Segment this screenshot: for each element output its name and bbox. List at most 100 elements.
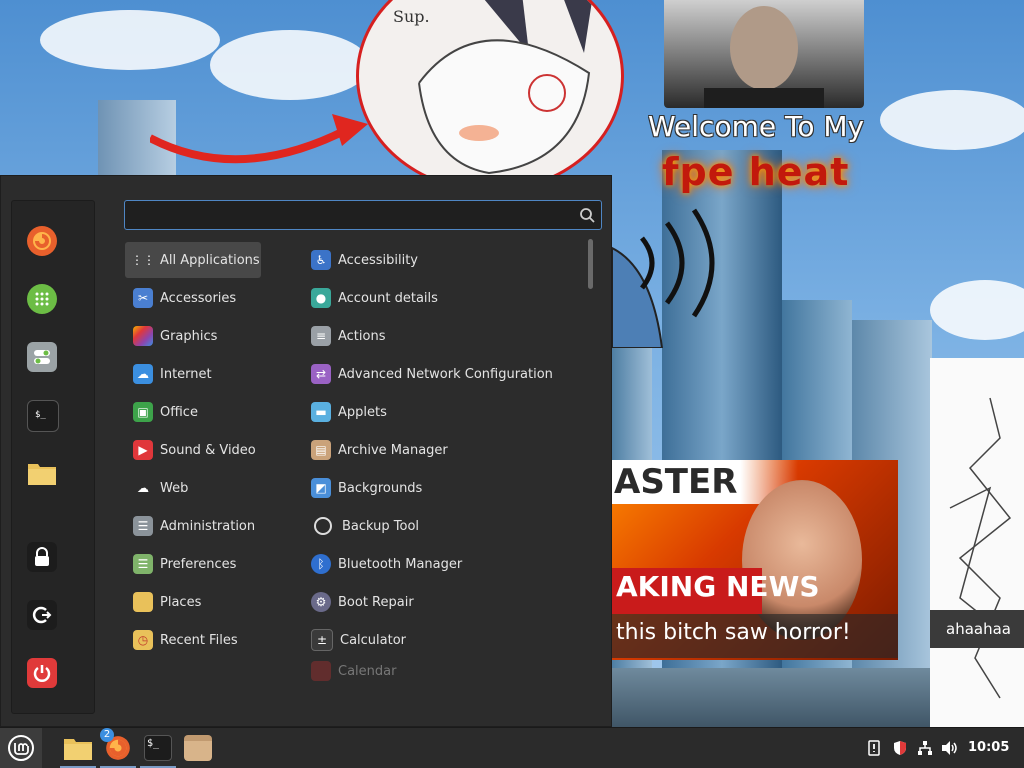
app-archive-manager[interactable]: ▤ Archive Manager — [303, 432, 579, 468]
palette-icon — [133, 326, 153, 346]
category-label: Accessories — [160, 290, 237, 306]
app-calculator[interactable]: ± Calculator — [303, 622, 579, 658]
portrait-photo — [664, 0, 864, 108]
app-label: Backgrounds — [338, 480, 423, 496]
sketch-caption: Sup. — [393, 7, 430, 26]
lock-icon — [35, 547, 49, 566]
volume-icon — [942, 741, 957, 755]
category-label: Office — [160, 404, 198, 420]
category-graphics[interactable]: Graphics — [125, 318, 261, 354]
user-icon: ● — [311, 288, 331, 308]
play-icon: ▶ — [133, 440, 153, 460]
category-administration[interactable]: ☰ Administration — [125, 508, 261, 544]
category-label: Places — [160, 594, 202, 610]
terminal-icon: $_ — [35, 410, 46, 420]
app-accessibility[interactable]: ♿ Accessibility — [303, 242, 579, 278]
tray-network[interactable] — [915, 738, 935, 758]
category-label: Sound & Video — [160, 442, 256, 458]
search-icon[interactable] — [579, 207, 595, 223]
fire-text: fpe heat — [662, 150, 850, 194]
app-backup-tool[interactable]: Backup Tool — [303, 508, 579, 544]
app-label: Archive Manager — [338, 442, 448, 458]
signal-waves-icon — [612, 208, 715, 348]
app-bluetooth-manager[interactable]: ᛒ Bluetooth Manager — [303, 546, 579, 582]
favorite-terminal[interactable]: $_ — [27, 400, 59, 432]
app-applets[interactable]: ▬ Applets — [303, 394, 579, 430]
menu-button[interactable] — [0, 728, 42, 768]
favorite-shutdown[interactable] — [27, 658, 57, 688]
firefox-window-count-badge: 2 — [100, 728, 114, 742]
app-actions[interactable]: ≡ Actions — [303, 318, 579, 354]
welcome-text: Welcome To My — [648, 110, 865, 143]
cloud — [40, 10, 220, 70]
grid-icon — [35, 292, 49, 306]
folder-icon — [133, 592, 153, 612]
network-icon: ⇄ — [311, 364, 331, 384]
list-icon: ≡ — [311, 326, 331, 346]
taskbar-panel: 2 $_ 10:05 — [0, 727, 1024, 768]
category-sound-video[interactable]: ▶ Sound & Video — [125, 432, 261, 468]
sliders-icon: ☰ — [133, 516, 153, 536]
category-label: All Applications — [160, 252, 260, 268]
menu-scrollbar[interactable] — [588, 239, 593, 289]
office-icon: ▣ — [133, 402, 153, 422]
news-thumbnail: ASTER AKING NEWS this bitch saw horror! — [612, 460, 898, 660]
applet-icon: ▬ — [311, 402, 331, 422]
cloud-icon: ☁ — [133, 364, 153, 384]
taskbar-terminal[interactable]: $_ — [140, 731, 176, 768]
favorite-firefox[interactable] — [27, 226, 57, 256]
app-label: Actions — [338, 328, 386, 344]
category-places[interactable]: Places — [125, 584, 261, 620]
app-advanced-network-configuration[interactable]: ⇄ Advanced Network Configuration — [303, 356, 579, 392]
red-arrow — [150, 114, 368, 164]
cloud — [930, 280, 1024, 340]
category-accessories[interactable]: ✂ Accessories — [125, 280, 261, 316]
folder-icon — [28, 464, 56, 485]
application-menu: $_ ⋮⋮ All Applications ✂ Accessories Gra… — [0, 175, 612, 727]
news-caption: this bitch saw horror! — [616, 620, 851, 645]
scribble-image — [930, 358, 1024, 728]
boot-icon: ⚙ — [311, 592, 331, 612]
favorites-sidebar — [11, 200, 95, 714]
category-web[interactable]: ☁ Web — [125, 470, 261, 506]
favorite-settings[interactable] — [27, 342, 57, 372]
tray-update-manager[interactable] — [864, 738, 884, 758]
favorite-software-manager[interactable] — [27, 284, 57, 314]
shield-icon — [894, 741, 906, 755]
app-label: Calendar — [338, 663, 397, 679]
firefox-icon — [33, 232, 51, 250]
tray-firewall[interactable] — [890, 738, 910, 758]
tray-volume[interactable] — [940, 738, 960, 758]
category-label: Web — [160, 480, 189, 496]
breaking-news-text: AKING NEWS — [616, 570, 820, 603]
cloud — [210, 30, 370, 100]
category-label: Preferences — [160, 556, 237, 572]
app-calendar[interactable]: Calendar — [303, 660, 579, 682]
sliders-icon: ☰ — [133, 554, 153, 574]
search-input[interactable] — [124, 200, 602, 230]
category-label: Recent Files — [160, 632, 238, 648]
category-preferences[interactable]: ☰ Preferences — [125, 546, 261, 582]
cloud-icon: ☁ — [137, 481, 149, 495]
news-headline: ASTER — [614, 462, 738, 502]
app-backgrounds[interactable]: ◩ Backgrounds — [303, 470, 579, 506]
category-all-applications[interactable]: ⋮⋮ All Applications — [125, 242, 261, 278]
box-icon — [184, 735, 212, 761]
app-label: Calculator — [340, 632, 407, 648]
grid-dots-icon: ⋮⋮ — [131, 253, 155, 267]
category-office[interactable]: ▣ Office — [125, 394, 261, 430]
category-recent-files[interactable]: ◷ Recent Files — [125, 622, 261, 658]
favorite-files[interactable] — [27, 458, 57, 488]
update-shield-icon — [868, 740, 880, 756]
app-label: Backup Tool — [342, 518, 420, 534]
power-icon — [33, 665, 51, 682]
toggle-icon — [34, 350, 50, 364]
favorite-lock-screen[interactable] — [27, 542, 57, 572]
category-internet[interactable]: ☁ Internet — [125, 356, 261, 392]
app-boot-repair[interactable]: ⚙ Boot Repair — [303, 584, 579, 620]
app-account-details[interactable]: ● Account details — [303, 280, 579, 316]
taskbar-files[interactable] — [60, 731, 96, 768]
taskbar-archive-manager[interactable] — [180, 731, 216, 765]
clock[interactable]: 10:05 — [968, 740, 1009, 755]
favorite-logout[interactable] — [27, 600, 57, 630]
